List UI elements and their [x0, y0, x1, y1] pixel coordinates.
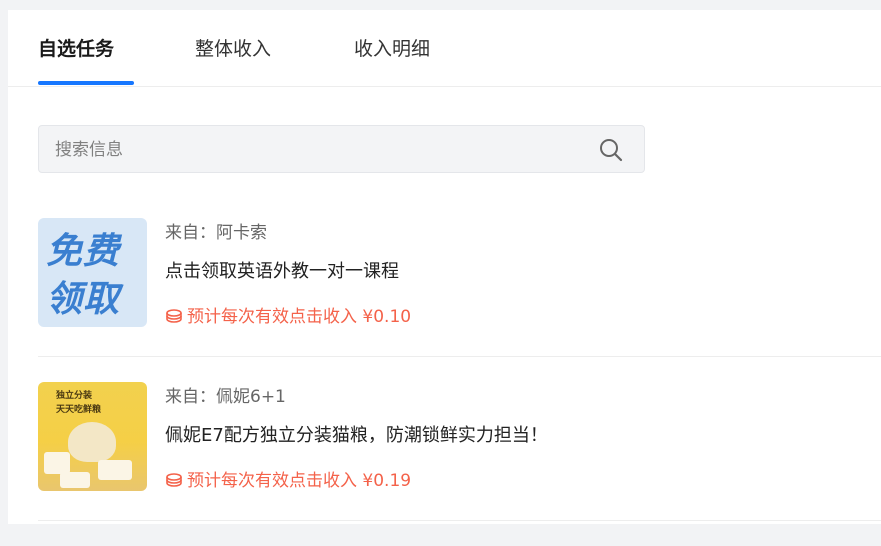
search-input[interactable]	[53, 126, 597, 174]
thumbnail-text: 独立分装	[56, 391, 93, 401]
task-income: 预计每次有效点击收入 ¥0.19	[165, 468, 411, 494]
task-thumbnail[interactable]: 独立分装 天天吃鲜粮	[38, 382, 147, 491]
search-box	[38, 125, 645, 174]
tab-income-details[interactable]: 收入明细	[354, 34, 430, 64]
coins-icon	[166, 309, 182, 323]
task-source: 来自：佩妮6+1	[165, 387, 286, 407]
product-pack	[60, 472, 90, 488]
income-text: 预计每次有效点击收入 ¥0.19	[187, 471, 412, 491]
thumbnail-text: 免费	[46, 231, 121, 272]
income-text: 预计每次有效点击收入 ¥0.10	[187, 307, 412, 327]
task-item[interactable]: 免费 领取 来自：阿卡索 点击领取英语外教一对一课程 预计每次有效点击收入 ¥0…	[38, 218, 881, 382]
thumbnail-text: 天天吃鲜粮	[56, 405, 102, 415]
task-item[interactable]: 独立分装 天天吃鲜粮 来自：佩妮6+1 佩妮E7配方独立分装猫粮，防潮锁鲜实力担…	[38, 382, 881, 546]
divider	[38, 356, 881, 357]
divider	[38, 520, 881, 521]
coins-icon	[166, 473, 182, 487]
cat-image	[68, 422, 116, 462]
thumbnail-text: 领取	[46, 279, 121, 320]
tab-selected-tasks[interactable]: 自选任务	[38, 34, 114, 64]
product-pack	[98, 460, 132, 480]
task-title[interactable]: 点击领取英语外教一对一课程	[165, 258, 399, 286]
task-thumbnail[interactable]: 免费 领取	[38, 218, 147, 327]
task-panel: 自选任务 整体收入 收入明细 免费 领取 来自：阿卡索 点击领取英语外教一对一课…	[8, 10, 881, 524]
active-tab-indicator	[38, 81, 134, 85]
task-source: 来自：阿卡索	[165, 223, 267, 243]
task-income: 预计每次有效点击收入 ¥0.10	[165, 304, 411, 330]
search-icon[interactable]	[598, 137, 624, 163]
tab-overall-income[interactable]: 整体收入	[195, 34, 271, 64]
tab-bar: 自选任务 整体收入 收入明细	[8, 10, 881, 87]
product-pack	[44, 452, 70, 474]
task-title[interactable]: 佩妮E7配方独立分装猫粮，防潮锁鲜实力担当！	[165, 422, 548, 450]
